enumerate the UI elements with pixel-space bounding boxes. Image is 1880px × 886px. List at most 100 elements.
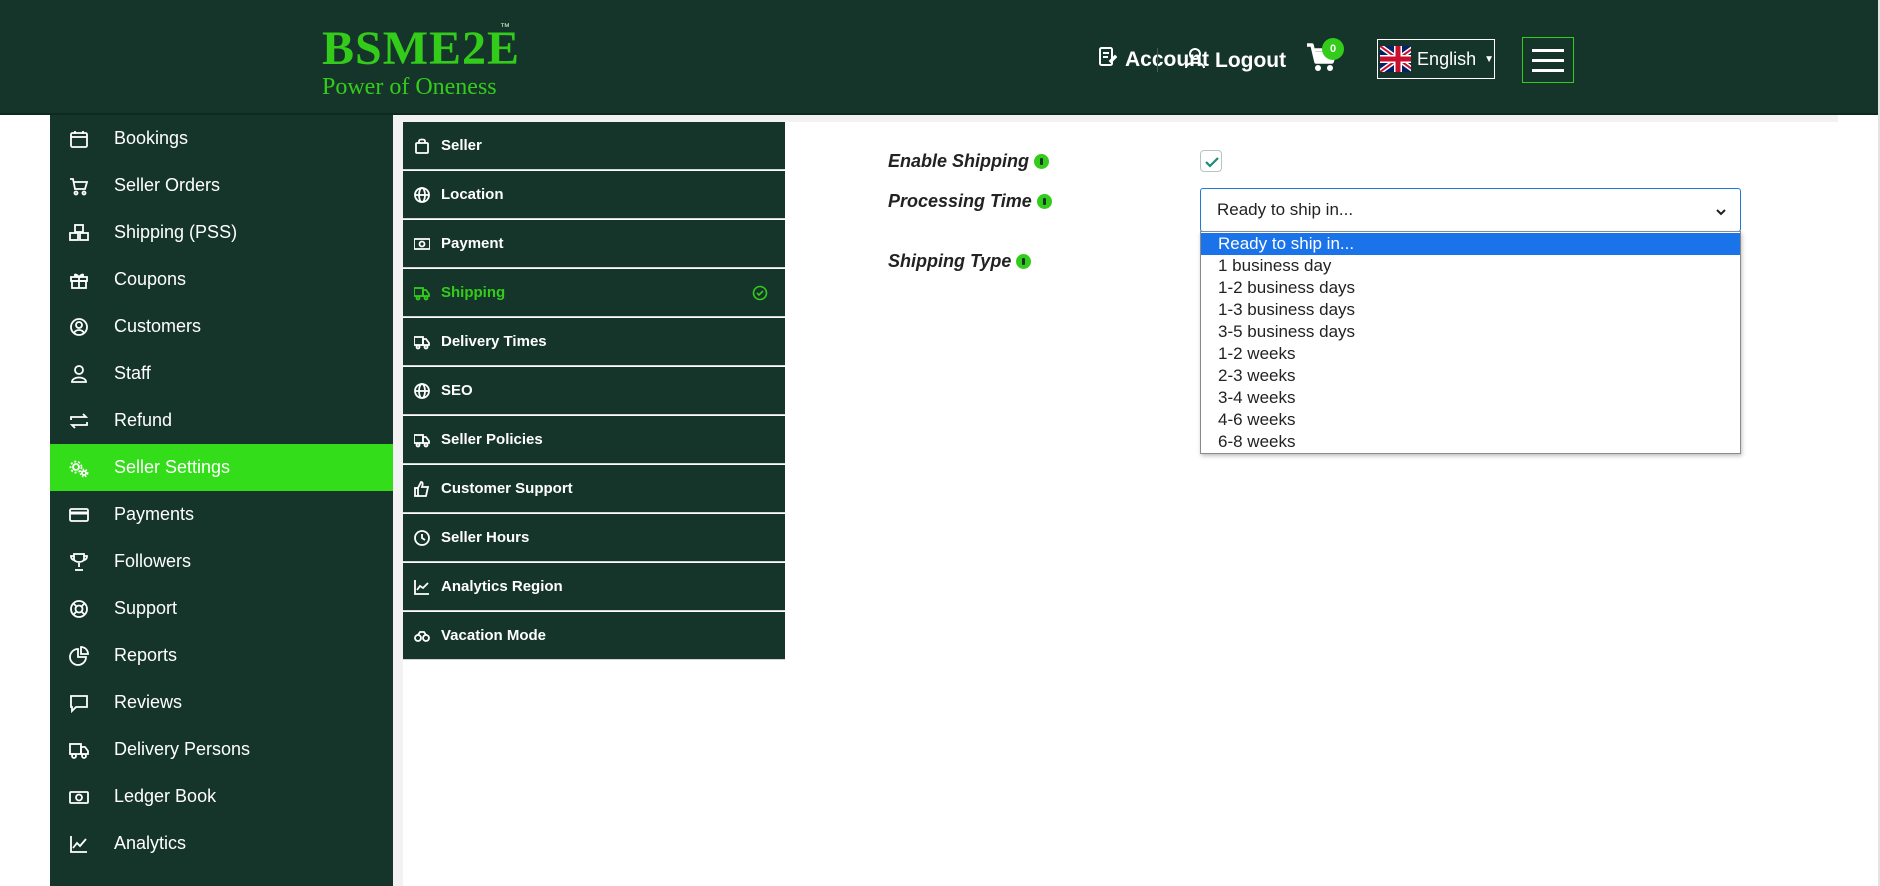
tab-vacation-mode[interactable]: Vacation Mode — [403, 612, 785, 660]
tab-shipping[interactable]: Shipping — [403, 269, 785, 317]
info-bulb-icon[interactable] — [1034, 154, 1050, 169]
sidebar-item-label: Refund — [114, 410, 173, 430]
tab-seller[interactable]: Seller — [403, 122, 785, 170]
tab-label: Seller — [441, 137, 482, 154]
tab-location[interactable]: Location — [403, 171, 785, 219]
dropdown-option[interactable]: 2-3 weeks — [1201, 365, 1740, 387]
sidebar-item-followers[interactable]: Followers — [50, 538, 393, 585]
sidebar-item-delivery-persons[interactable]: Delivery Persons — [50, 726, 393, 773]
sidebar-item-label: Delivery Persons — [114, 739, 251, 759]
clock-icon — [414, 530, 430, 546]
lifebuoy-icon — [69, 599, 89, 619]
truck-clock-icon — [413, 334, 430, 350]
sidebar-item-refund[interactable]: Refund — [50, 397, 393, 444]
sidebar-item-label: Reports — [114, 645, 178, 665]
sidebar-item-label: Reviews — [114, 692, 183, 712]
enable-shipping-text: Enable Shipping — [888, 151, 1030, 171]
sidebar-item-analytics[interactable]: Analytics — [50, 820, 393, 867]
logo-trademark: ™ — [500, 22, 510, 33]
enable-shipping-checkbox[interactable] — [1200, 150, 1222, 172]
sidebar-item-reviews[interactable]: Reviews — [50, 679, 393, 726]
uk-flag-icon — [1380, 46, 1412, 72]
shipping-type-label: Shipping Type — [888, 251, 1032, 272]
sidebar-item-coupons[interactable]: Coupons — [50, 256, 393, 303]
tab-label: Analytics Region — [441, 578, 563, 595]
hamburger-menu-icon-line — [1532, 48, 1564, 52]
sidebar-item-label: Seller Settings — [114, 457, 231, 477]
processing-time-select[interactable]: Ready to ship in... — [1200, 188, 1741, 232]
sidebar-item-bookings[interactable]: Bookings — [50, 115, 393, 162]
sidebar-item-label: Coupons — [114, 269, 187, 289]
dropdown-option[interactable]: 4-6 weeks — [1201, 409, 1740, 431]
info-bulb-icon[interactable] — [1016, 254, 1032, 269]
user-circle-icon — [69, 317, 89, 337]
seller-sidebar: Bookings Seller Orders Shipping (PSS) Co… — [50, 115, 393, 886]
sidebar-item-seller-orders[interactable]: Seller Orders — [50, 162, 393, 209]
truck-policy-icon — [413, 432, 430, 448]
tab-label: SEO — [441, 382, 473, 399]
logout-label: Logout — [1215, 49, 1287, 72]
sidebar-item-label: Support — [114, 598, 178, 618]
active-check-circle-icon — [752, 285, 768, 301]
tab-customer-support[interactable]: Customer Support — [403, 465, 785, 513]
brand-logo[interactable]: BSME2E ™ Power of Oneness — [322, 22, 521, 100]
cart-icon — [69, 176, 89, 196]
tab-payment[interactable]: Payment — [403, 220, 785, 268]
tab-label: Customer Support — [441, 480, 573, 497]
sidebar-item-ledger-book[interactable]: Ledger Book — [50, 773, 393, 820]
sidebar-item-support[interactable]: Support — [50, 585, 393, 632]
money-icon — [413, 236, 431, 252]
hamburger-menu-button[interactable] — [1522, 37, 1574, 83]
logo-wordmark: BSME2E — [322, 22, 521, 75]
tab-label: Location — [441, 186, 504, 203]
refund-arrows-icon — [69, 411, 89, 431]
language-selector[interactable]: English ▼ — [1377, 39, 1495, 79]
binoculars-icon — [414, 628, 430, 644]
dropdown-option[interactable]: 6-8 weeks — [1201, 431, 1740, 453]
dropdown-option[interactable]: 3-5 business days — [1201, 321, 1740, 343]
dropdown-option[interactable]: Ready to ship in... — [1201, 233, 1740, 255]
tab-analytics-region[interactable]: Analytics Region — [403, 563, 785, 611]
sidebar-item-label: Seller Orders — [114, 175, 221, 195]
sidebar-item-label: Customers — [114, 316, 202, 336]
dropdown-option[interactable]: 1-3 business days — [1201, 299, 1740, 321]
checkmark-icon — [1205, 157, 1219, 168]
pie-chart-icon — [69, 646, 89, 666]
sidebar-item-label: Staff — [114, 363, 151, 383]
cart-count-badge: 0 — [1322, 38, 1344, 60]
message-icon — [69, 693, 89, 714]
sidebar-item-shipping-pss[interactable]: Shipping (PSS) — [50, 209, 393, 256]
tab-label: Seller Policies — [441, 431, 543, 448]
sidebar-item-seller-settings[interactable]: Seller Settings — [50, 444, 393, 491]
tab-label: Vacation Mode — [441, 627, 547, 644]
line-chart-icon — [69, 834, 89, 854]
page-right-margin — [1838, 115, 1880, 886]
sidebar-item-customers[interactable]: Customers — [50, 303, 393, 350]
tab-seo[interactable]: SEO — [403, 367, 785, 415]
shipping-type-text: Shipping Type — [888, 251, 1012, 271]
sidebar-item-staff[interactable]: Staff — [50, 350, 393, 397]
sidebar-item-payments[interactable]: Payments — [50, 491, 393, 538]
bag-icon — [414, 138, 430, 154]
line-chart-icon — [414, 579, 430, 595]
tab-seller-hours[interactable]: Seller Hours — [403, 514, 785, 562]
dropdown-option[interactable]: 3-4 weeks — [1201, 387, 1740, 409]
gift-icon — [69, 270, 89, 290]
tab-label: Shipping — [441, 284, 506, 301]
logout-link[interactable]: Logout — [1183, 46, 1286, 76]
chevron-down-icon — [1714, 204, 1728, 224]
caret-down-icon: ▼ — [1484, 53, 1494, 65]
tab-delivery-times[interactable]: Delivery Times — [403, 318, 785, 366]
dropdown-option[interactable]: 1-2 weeks — [1201, 343, 1740, 365]
logo-tagline: Power of Oneness — [322, 74, 497, 100]
tab-label: Payment — [441, 235, 504, 252]
processing-time-label: Processing Time — [888, 191, 1052, 212]
shopping-cart-icon — [1305, 43, 1339, 78]
dropdown-option[interactable]: 1 business day — [1201, 255, 1740, 277]
dropdown-option[interactable]: 1-2 business days — [1201, 277, 1740, 299]
tab-seller-policies[interactable]: Seller Policies — [403, 416, 785, 464]
info-bulb-icon[interactable] — [1036, 194, 1052, 209]
gears-icon — [69, 458, 89, 478]
calendar-icon — [69, 129, 89, 149]
sidebar-item-reports[interactable]: Reports — [50, 632, 393, 679]
